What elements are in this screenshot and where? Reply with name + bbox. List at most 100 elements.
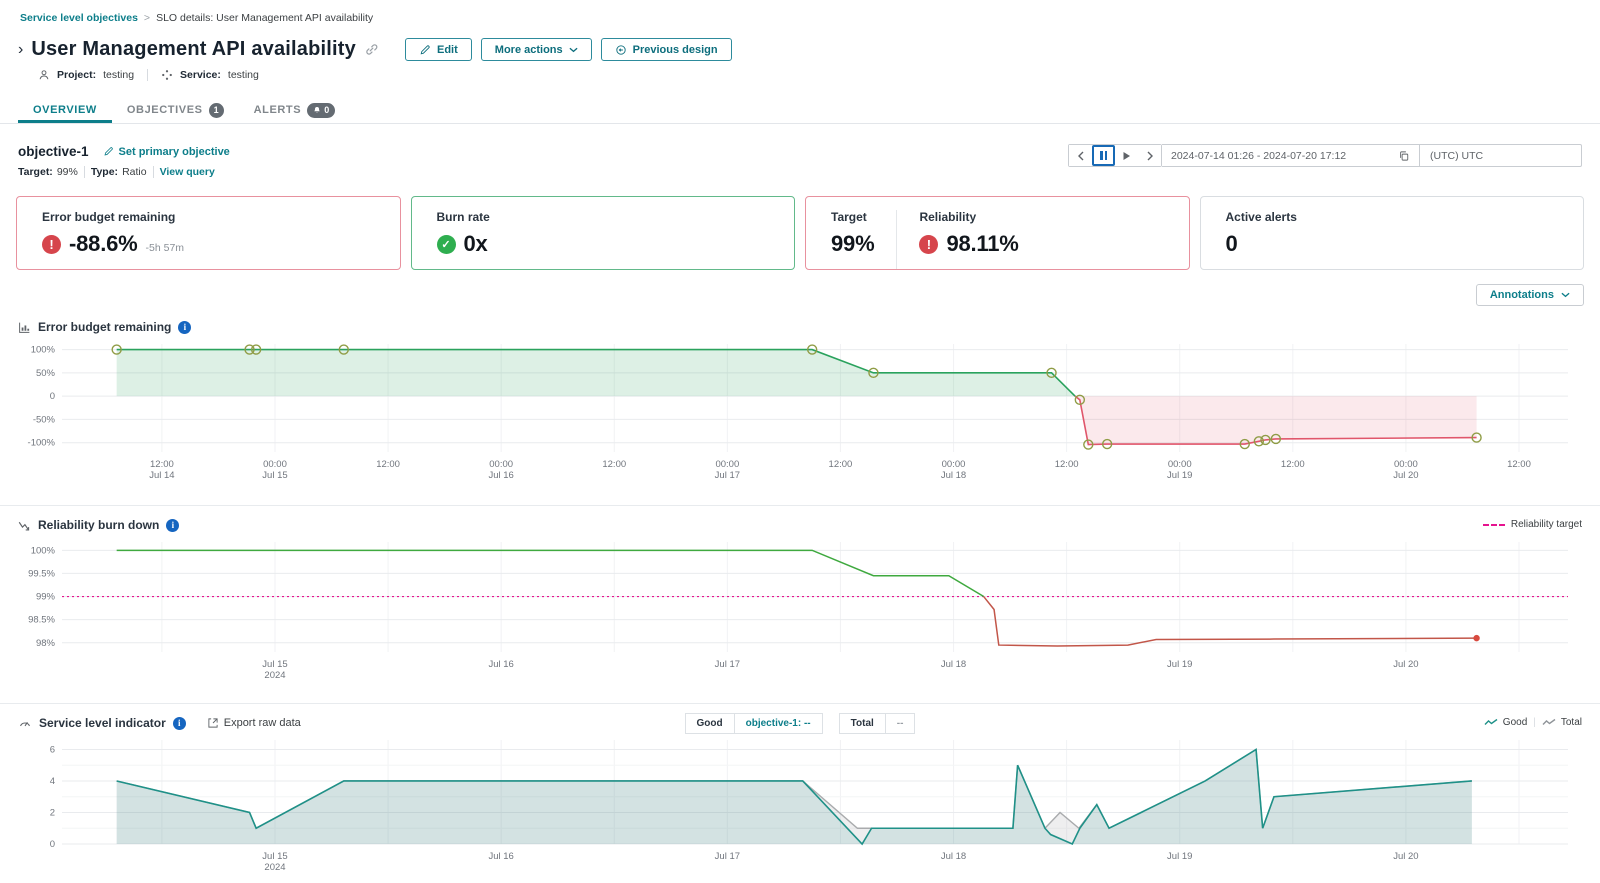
chevron-down-icon — [1561, 292, 1570, 298]
svg-text:Jul 15: Jul 15 — [262, 659, 287, 670]
tab-alerts-label: ALERTS — [253, 104, 302, 116]
good-series-chip[interactable]: Good — [684, 713, 735, 734]
total-series-chip[interactable]: Total — [838, 713, 886, 734]
svg-text:2024: 2024 — [264, 862, 285, 873]
info-icon[interactable]: i — [178, 320, 192, 334]
sli-chart-title: Service level indicator — [39, 716, 166, 730]
error-budget-card-title: Error budget remaining — [42, 210, 176, 224]
service-label: Service: — [180, 69, 221, 81]
time-back-button[interactable] — [1069, 145, 1092, 166]
timezone-select[interactable]: (UTC) UTC — [1420, 144, 1582, 167]
time-forward-button[interactable] — [1138, 145, 1161, 166]
annotations-button[interactable]: Annotations — [1475, 284, 1584, 306]
total-detail-chip[interactable]: -- — [885, 713, 916, 734]
svg-text:2024: 2024 — [264, 670, 285, 681]
export-raw-data-link[interactable]: Export raw data — [207, 717, 301, 729]
divider: | — [1533, 717, 1536, 728]
svg-text:Jul 17: Jul 17 — [715, 851, 740, 862]
service-value: testing — [227, 69, 259, 81]
legend-good-label: Good — [1502, 717, 1528, 728]
reliability-card-label: Reliability — [919, 210, 977, 224]
error-budget-chart-title: Error budget remaining — [38, 320, 172, 334]
svg-text:98%: 98% — [36, 638, 56, 649]
svg-text:Jul 19: Jul 19 — [1167, 470, 1192, 481]
svg-text:Jul 18: Jul 18 — [941, 659, 966, 670]
previous-design-button[interactable]: Previous design — [600, 38, 732, 61]
type-label: Type: — [90, 166, 119, 178]
reliability-card-value: 98.11% — [946, 231, 1019, 256]
target-reliability-card: Target 99% Reliability ! 98.11% — [805, 196, 1190, 270]
breadcrumb-separator: > — [143, 12, 151, 24]
info-icon[interactable]: i — [172, 716, 186, 730]
svg-text:00:00: 00:00 — [1394, 459, 1418, 470]
svg-text:Jul 16: Jul 16 — [488, 659, 513, 670]
breadcrumb-current: SLO details: User Management API availab… — [156, 12, 374, 24]
legend-total-toggle[interactable]: Total — [1542, 717, 1582, 728]
line-series-icon — [1484, 718, 1498, 725]
alerts-count-badge: 0 — [307, 102, 336, 118]
date-range-input[interactable]: 2024-07-14 01:26 - 2024-07-20 17:12 — [1162, 144, 1420, 167]
service-icon — [161, 69, 173, 81]
pause-button[interactable] — [1092, 145, 1115, 166]
bell-icon — [314, 107, 320, 113]
error-budget-section: Error budget remaining i 100% 50% 0 -50% -10… — [0, 314, 1600, 493]
edit-button[interactable]: Edit — [405, 38, 472, 61]
error-budget-time-remaining: -5h 57m — [145, 242, 185, 254]
divider — [83, 166, 85, 178]
tab-alerts[interactable]: ALERTS 0 — [239, 97, 351, 123]
svg-text:00:00: 00:00 — [1168, 459, 1192, 470]
project-value: testing — [103, 69, 135, 81]
sli-section: Service level indicator i Export raw dat… — [0, 703, 1600, 879]
divider — [147, 69, 149, 81]
page-title: User Management API availability — [31, 38, 356, 60]
export-icon — [207, 717, 219, 729]
objective-meta: Target: 99% Type: Ratio View query — [18, 166, 230, 178]
view-query-link[interactable]: View query — [160, 166, 215, 178]
export-raw-data-label: Export raw data — [223, 717, 301, 729]
tab-objectives[interactable]: OBJECTIVES 1 — [112, 97, 239, 123]
total-chip-group: Total -- — [838, 713, 916, 734]
svg-text:Jul 17: Jul 17 — [715, 470, 740, 481]
info-icon[interactable]: i — [166, 518, 180, 532]
svg-text:Jul 16: Jul 16 — [488, 470, 513, 481]
collapse-chevron-icon[interactable]: › — [18, 41, 23, 58]
error-budget-chart[interactable]: 100% 50% 0 -50% -100% 12:00 Jul 14 00:00 Jul 15 1… — [16, 338, 1584, 493]
gauge-icon — [18, 717, 32, 730]
sli-chart[interactable]: 6 4 2 0 Jul 15 2024 Jul 16 Jul 17 Jul 18 Jul 19 Ju… — [16, 734, 1584, 879]
target-label: Target: — [18, 166, 53, 178]
svg-text:99%: 99% — [36, 592, 56, 603]
project-label: Project: — [57, 69, 97, 81]
bar-chart-icon — [18, 321, 31, 334]
burn-rate-card: Burn rate ✓ 0x — [410, 196, 795, 270]
active-alerts-card: Active alerts 0 — [1199, 196, 1584, 270]
slo-details-page: Service level objectives > SLO details: … — [0, 0, 1600, 883]
target-col: Target 99% — [831, 210, 896, 269]
reliability-chart[interactable]: 100% 99.5% 99% 98.5% 98% Jul 15 2024 Jul 16 Jul … — [16, 536, 1584, 691]
svg-text:0: 0 — [50, 839, 55, 850]
breadcrumb-slo-link[interactable]: Service level objectives — [20, 12, 138, 24]
link-icon[interactable] — [364, 42, 379, 57]
svg-text:Jul 19: Jul 19 — [1167, 851, 1192, 862]
error-alert-icon: ! — [42, 234, 61, 254]
sli-legend: Good | Total — [1484, 717, 1582, 728]
title-row: › User Management API availability Edit … — [18, 38, 1600, 61]
svg-text:Jul 14: Jul 14 — [149, 470, 174, 481]
svg-text:00:00: 00:00 — [263, 459, 287, 470]
copy-icon[interactable] — [1398, 150, 1410, 162]
set-primary-objective-label: Set primary objective — [118, 145, 230, 158]
play-button[interactable] — [1115, 145, 1138, 166]
chevron-right-icon — [1147, 151, 1153, 160]
svg-text:12:00: 12:00 — [602, 459, 626, 470]
chevron-down-icon — [569, 47, 578, 52]
svg-text:100%: 100% — [31, 345, 56, 356]
more-actions-button[interactable]: More actions — [480, 38, 592, 61]
set-primary-objective-link[interactable]: Set primary objective — [103, 146, 230, 158]
tab-overview[interactable]: OVERVIEW — [18, 97, 112, 123]
legend-good-toggle[interactable]: Good — [1484, 717, 1527, 728]
good-objective-chip[interactable]: objective-1: -- — [734, 713, 823, 734]
svg-text:Jul 18: Jul 18 — [941, 470, 966, 481]
dashed-line-icon — [1482, 523, 1505, 526]
active-alerts-title: Active alerts — [1225, 210, 1297, 224]
time-controls: 2024-07-14 01:26 - 2024-07-20 17:12 (UTC… — [1068, 144, 1582, 167]
svg-text:Jul 20: Jul 20 — [1393, 851, 1418, 862]
